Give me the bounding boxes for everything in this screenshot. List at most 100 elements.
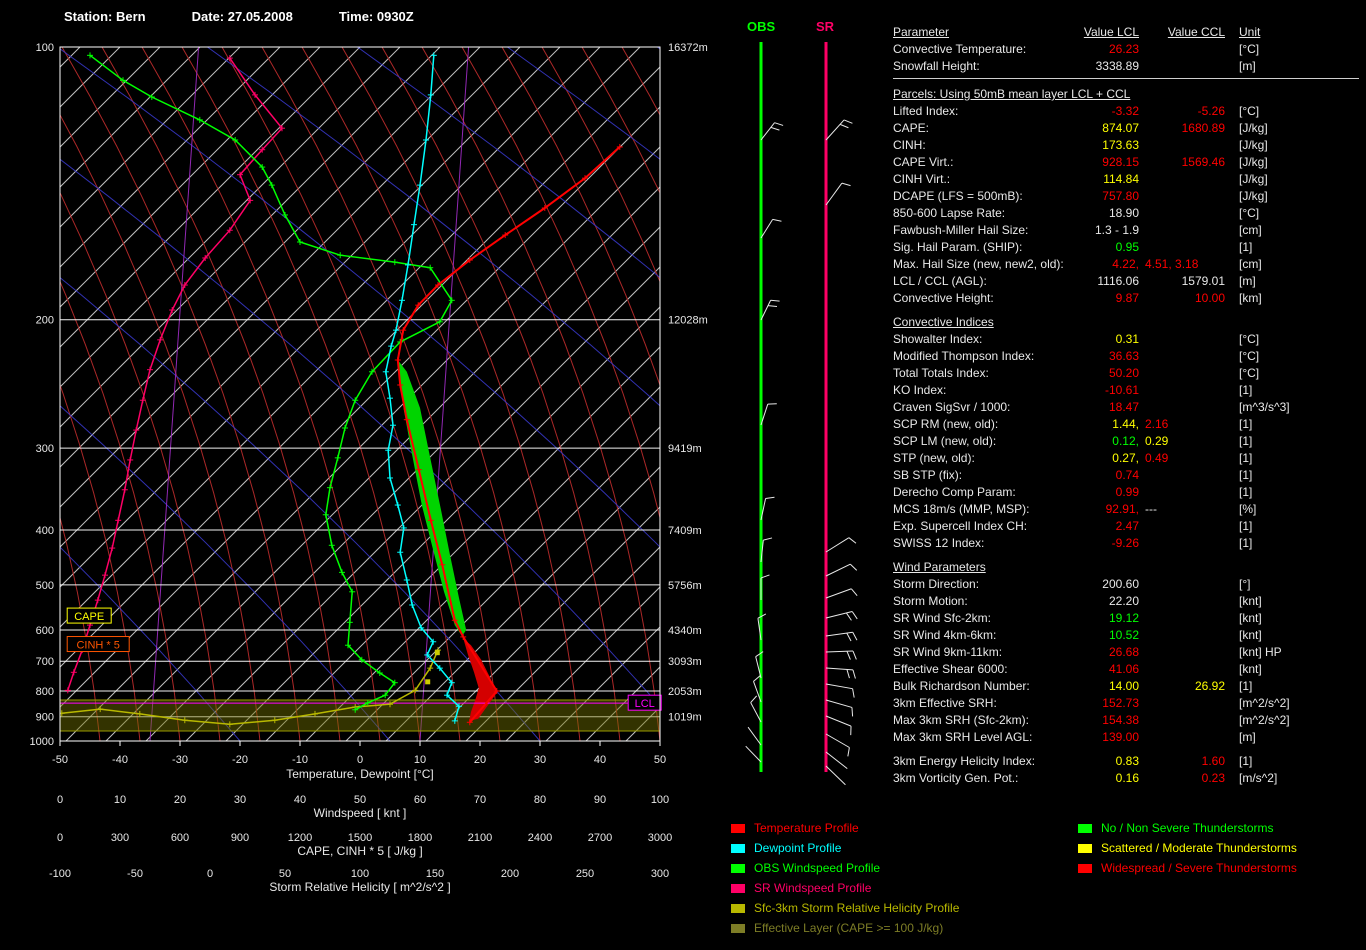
param-label: Convective Temperature: [893,42,1027,56]
param-value: 0.49 [1145,451,1169,465]
sr-column-label: SR [816,19,835,34]
param-value: 0.16 [1115,771,1139,785]
param-unit: [m] [1239,274,1256,288]
param-row: Snowfall Height: 3338.89 [m] [893,58,1359,75]
pressure-tick-label: 800 [36,686,54,698]
param-unit: [m^3/s^3] [1239,400,1290,414]
svg-text:900: 900 [231,832,249,844]
svg-text:-100: -100 [49,868,71,880]
altitude-label: 9419m [668,443,702,455]
param-value: 26.92 [1194,679,1225,693]
svg-text:50: 50 [654,754,666,766]
svg-text:1800: 1800 [408,832,432,844]
param-value: 757.80 [1102,189,1139,203]
param-unit: [1] [1239,536,1253,550]
param-row: SWISS 12 Index: -9.26 [1] [893,535,1359,552]
param-unit: [J/kg] [1239,155,1268,169]
title-segment-0: Station: Bern [64,9,146,24]
svg-text:0: 0 [57,794,63,806]
param-label: Lifted Index: [893,104,959,118]
legend-item: Widespread / Severe Thunderstorms [1078,858,1297,878]
svg-text:90: 90 [594,794,606,806]
param-unit: [%] [1239,502,1257,516]
param-row: Bulk Richardson Number: 14.00 26.92 [1] [893,678,1359,695]
param-row: Max 3km SRH Level AGL: 139.00 [m] [893,729,1359,746]
param-value: 41.06 [1108,662,1139,676]
param-row: DCAPE (LFS = 500mB): 757.80 [J/kg] [893,188,1359,205]
param-value: 4.22, [1112,257,1139,271]
section-header: Convective Indices [893,315,994,329]
legend-label: Sfc-3km Storm Relative Helicity Profile [754,901,960,915]
pressure-tick-label: 100 [36,42,54,54]
param-label: Exp. Supercell Index CH: [893,519,1028,533]
column-header: Parameter [893,25,950,39]
svg-text:2400: 2400 [528,832,552,844]
param-unit: [°C] [1239,42,1260,56]
param-label: Total Totals Index: [893,366,989,380]
svg-text:60: 60 [414,794,426,806]
param-value: 14.00 [1108,679,1139,693]
legend-item: Temperature Profile [731,818,959,838]
svg-text:600: 600 [171,832,189,844]
param-row: Total Totals Index: 50.20 [°C] [893,365,1359,382]
param-row: Showalter Index: 0.31 [°C] [893,331,1359,348]
legend-item: Dewpoint Profile [731,838,959,858]
param-value: 10.52 [1108,628,1139,642]
altitude-label: 7409m [668,525,702,537]
altitude-label: 12028m [668,315,708,327]
param-label: Bulk Richardson Number: [893,679,1030,693]
svg-text:200: 200 [501,868,519,880]
svg-text:10: 10 [414,754,426,766]
temperature-axis: -50 -40 -30 -20 -10 0 10 20 30 40 50 Temperature, D… [52,754,666,781]
param-value: 0.12, [1112,434,1139,448]
param-row: Max. Hail Size (new, new2, old): 4.22, 4.5… [893,256,1359,273]
svg-text:30: 30 [534,754,546,766]
svg-text:-10: -10 [292,754,308,766]
dewpoint-profile [382,52,462,724]
param-unit: [1] [1239,754,1253,768]
legend-item: No / Non Severe Thunderstorms [1078,818,1297,838]
pressure-tick-label: 300 [36,443,54,455]
legend-label: Scattered / Moderate Thunderstorms [1101,841,1297,855]
param-label: Snowfall Height: [893,59,980,73]
param-row: Storm Direction: 200.60 [°] [893,576,1359,593]
pressure-tick-label: 200 [36,315,54,327]
param-value: 0.31 [1115,332,1139,346]
param-label: Fawbush-Miller Hail Size: [893,223,1029,237]
param-row: SB STP (fix): 0.74 [1] [893,467,1359,484]
param-label: CAPE: [893,121,930,135]
param-value: -9.26 [1111,536,1139,550]
param-row: Convective Height: 9.87 10.00 [km] [893,290,1359,307]
param-value: 0.83 [1115,754,1139,768]
param-label: KO Index: [893,383,947,397]
svg-text:CAPE: CAPE [74,611,104,623]
param-value: 152.73 [1102,696,1139,710]
svg-text:2100: 2100 [468,832,492,844]
legend-swatch [1078,843,1092,853]
pressure-tick-label: 1000 [30,736,54,748]
pressure-tick-label: 500 [36,580,54,592]
param-value: 18.90 [1108,206,1139,220]
altitude-label: 2053m [668,686,702,698]
param-row: 3km Vorticity Gen. Pot.: 0.16 0.23 [m/s^2] [893,770,1359,787]
altitude-label: 5756m [668,580,702,592]
param-label: 3km Effective SRH: [893,696,997,710]
parameters-panel: Parameter Value LCL Value CCL Unit Convectiv… [893,24,1359,787]
param-value: 200.60 [1102,577,1139,591]
param-unit: [knt] HP [1239,645,1282,659]
param-value: 1680.89 [1181,121,1225,135]
param-value: 22.20 [1108,594,1139,608]
param-label: SCP LM (new, old): [893,434,997,448]
param-row: Storm Motion: 22.20 [knt] [893,593,1359,610]
param-value: 114.84 [1103,172,1139,186]
param-row: Sig. Hail Param. (SHIP): 0.95 [1] [893,239,1359,256]
param-unit: [m/s^2] [1239,771,1278,785]
legend-label: SR Windspeed Profile [754,881,872,895]
param-unit: [m] [1239,59,1256,73]
legend-label: Widespread / Severe Thunderstorms [1101,861,1297,875]
param-unit: [cm] [1239,257,1262,271]
param-value: 0.27, [1112,451,1139,465]
param-row: CAPE: 874.07 1680.89 [J/kg] [893,120,1359,137]
param-label: Effective Shear 6000: [893,662,1008,676]
level-marker [425,679,431,685]
